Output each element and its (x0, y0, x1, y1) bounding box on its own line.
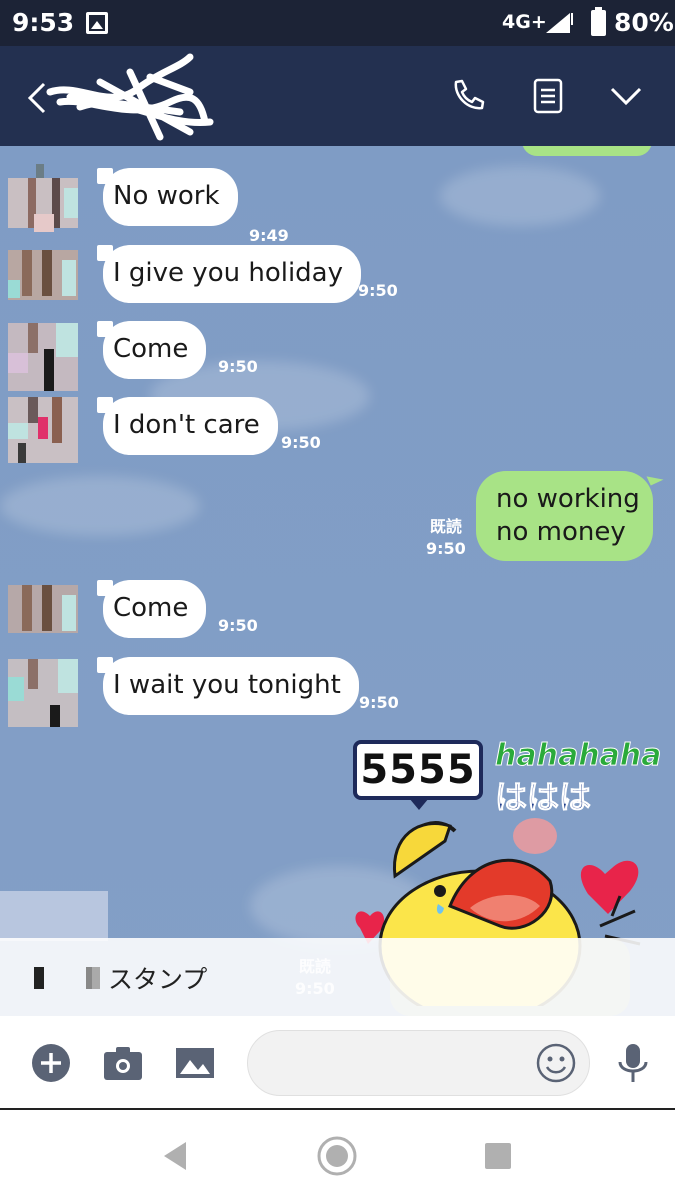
redacted-contact-name (46, 53, 214, 141)
message-time: 9:50 (358, 281, 398, 300)
image-gallery-icon[interactable] (174, 1042, 216, 1084)
stamp-bar[interactable]: スタンプ 既読 9:50 (0, 938, 675, 1016)
emoji-icon[interactable] (535, 1042, 577, 1084)
avatar[interactable] (8, 659, 78, 729)
avatar[interactable] (8, 323, 78, 393)
battery-percent: 80% (614, 8, 674, 37)
message-time: 9:50 (426, 539, 466, 558)
message-time: 9:50 (218, 616, 258, 635)
back-nav-icon[interactable] (156, 1136, 196, 1176)
image-notification-icon (86, 12, 108, 34)
signal-icon (546, 13, 573, 33)
system-nav-bar (0, 1110, 675, 1200)
recents-nav-icon[interactable] (478, 1136, 518, 1176)
status-time: 9:53 (12, 8, 75, 37)
phone-call-icon[interactable] (448, 76, 488, 116)
stamp-label[interactable]: スタンプ (108, 960, 207, 996)
notes-icon[interactable] (528, 76, 568, 116)
camera-icon[interactable] (102, 1042, 144, 1084)
avatar[interactable] (8, 164, 78, 248)
message-time: 9:50 (281, 433, 321, 452)
avatar-partial (0, 891, 108, 941)
message-bubble[interactable]: I wait you tonight (97, 657, 359, 715)
message-time: 9:50 (218, 357, 258, 376)
message-input-bar (0, 1016, 675, 1110)
my-message-line: no working (496, 484, 640, 514)
message-time: 9:50 (359, 693, 399, 712)
chat-header (0, 46, 675, 146)
message-bubble[interactable]: I don't care (97, 397, 278, 455)
microphone-icon[interactable] (612, 1042, 654, 1084)
message-bubble[interactable]: I give you holiday (96, 245, 362, 303)
my-message-line: no money (496, 517, 626, 547)
message-bubble[interactable]: Come (96, 321, 207, 379)
message-time: 9:50 (295, 979, 335, 998)
network-type: 4G+ (502, 11, 547, 33)
status-bar: 9:53 4G+ 80% (0, 0, 675, 46)
previous-message-bubble[interactable] (522, 146, 652, 156)
plus-icon[interactable] (30, 1042, 72, 1084)
message-bubble[interactable]: No work (97, 168, 238, 226)
sticker-speech-box: 5555 (353, 740, 483, 810)
stamp-handle-icon (34, 967, 44, 989)
home-nav-icon[interactable] (317, 1136, 357, 1176)
my-message-bubble[interactable]: no working no money (476, 471, 653, 561)
read-receipt: 既読 (429, 517, 462, 536)
avatar[interactable] (8, 585, 78, 655)
chevron-down-icon[interactable] (606, 76, 646, 116)
chat-area[interactable]: No work 9:49 I give you holiday 9:50 Com… (0, 146, 675, 1016)
avatar[interactable] (8, 397, 78, 467)
message-time: 9:49 (249, 226, 289, 245)
stamp-meta: 既読 9:50 (295, 956, 335, 1000)
my-message-meta: 既読 9:50 (426, 516, 466, 560)
stamp-toggle-icon[interactable] (86, 967, 100, 989)
avatar[interactable] (8, 250, 78, 320)
read-receipt: 既読 (298, 957, 331, 976)
message-bubble[interactable]: Come (96, 580, 207, 638)
sticker-text-en: hahahaha (494, 738, 662, 774)
battery-icon (591, 7, 606, 36)
